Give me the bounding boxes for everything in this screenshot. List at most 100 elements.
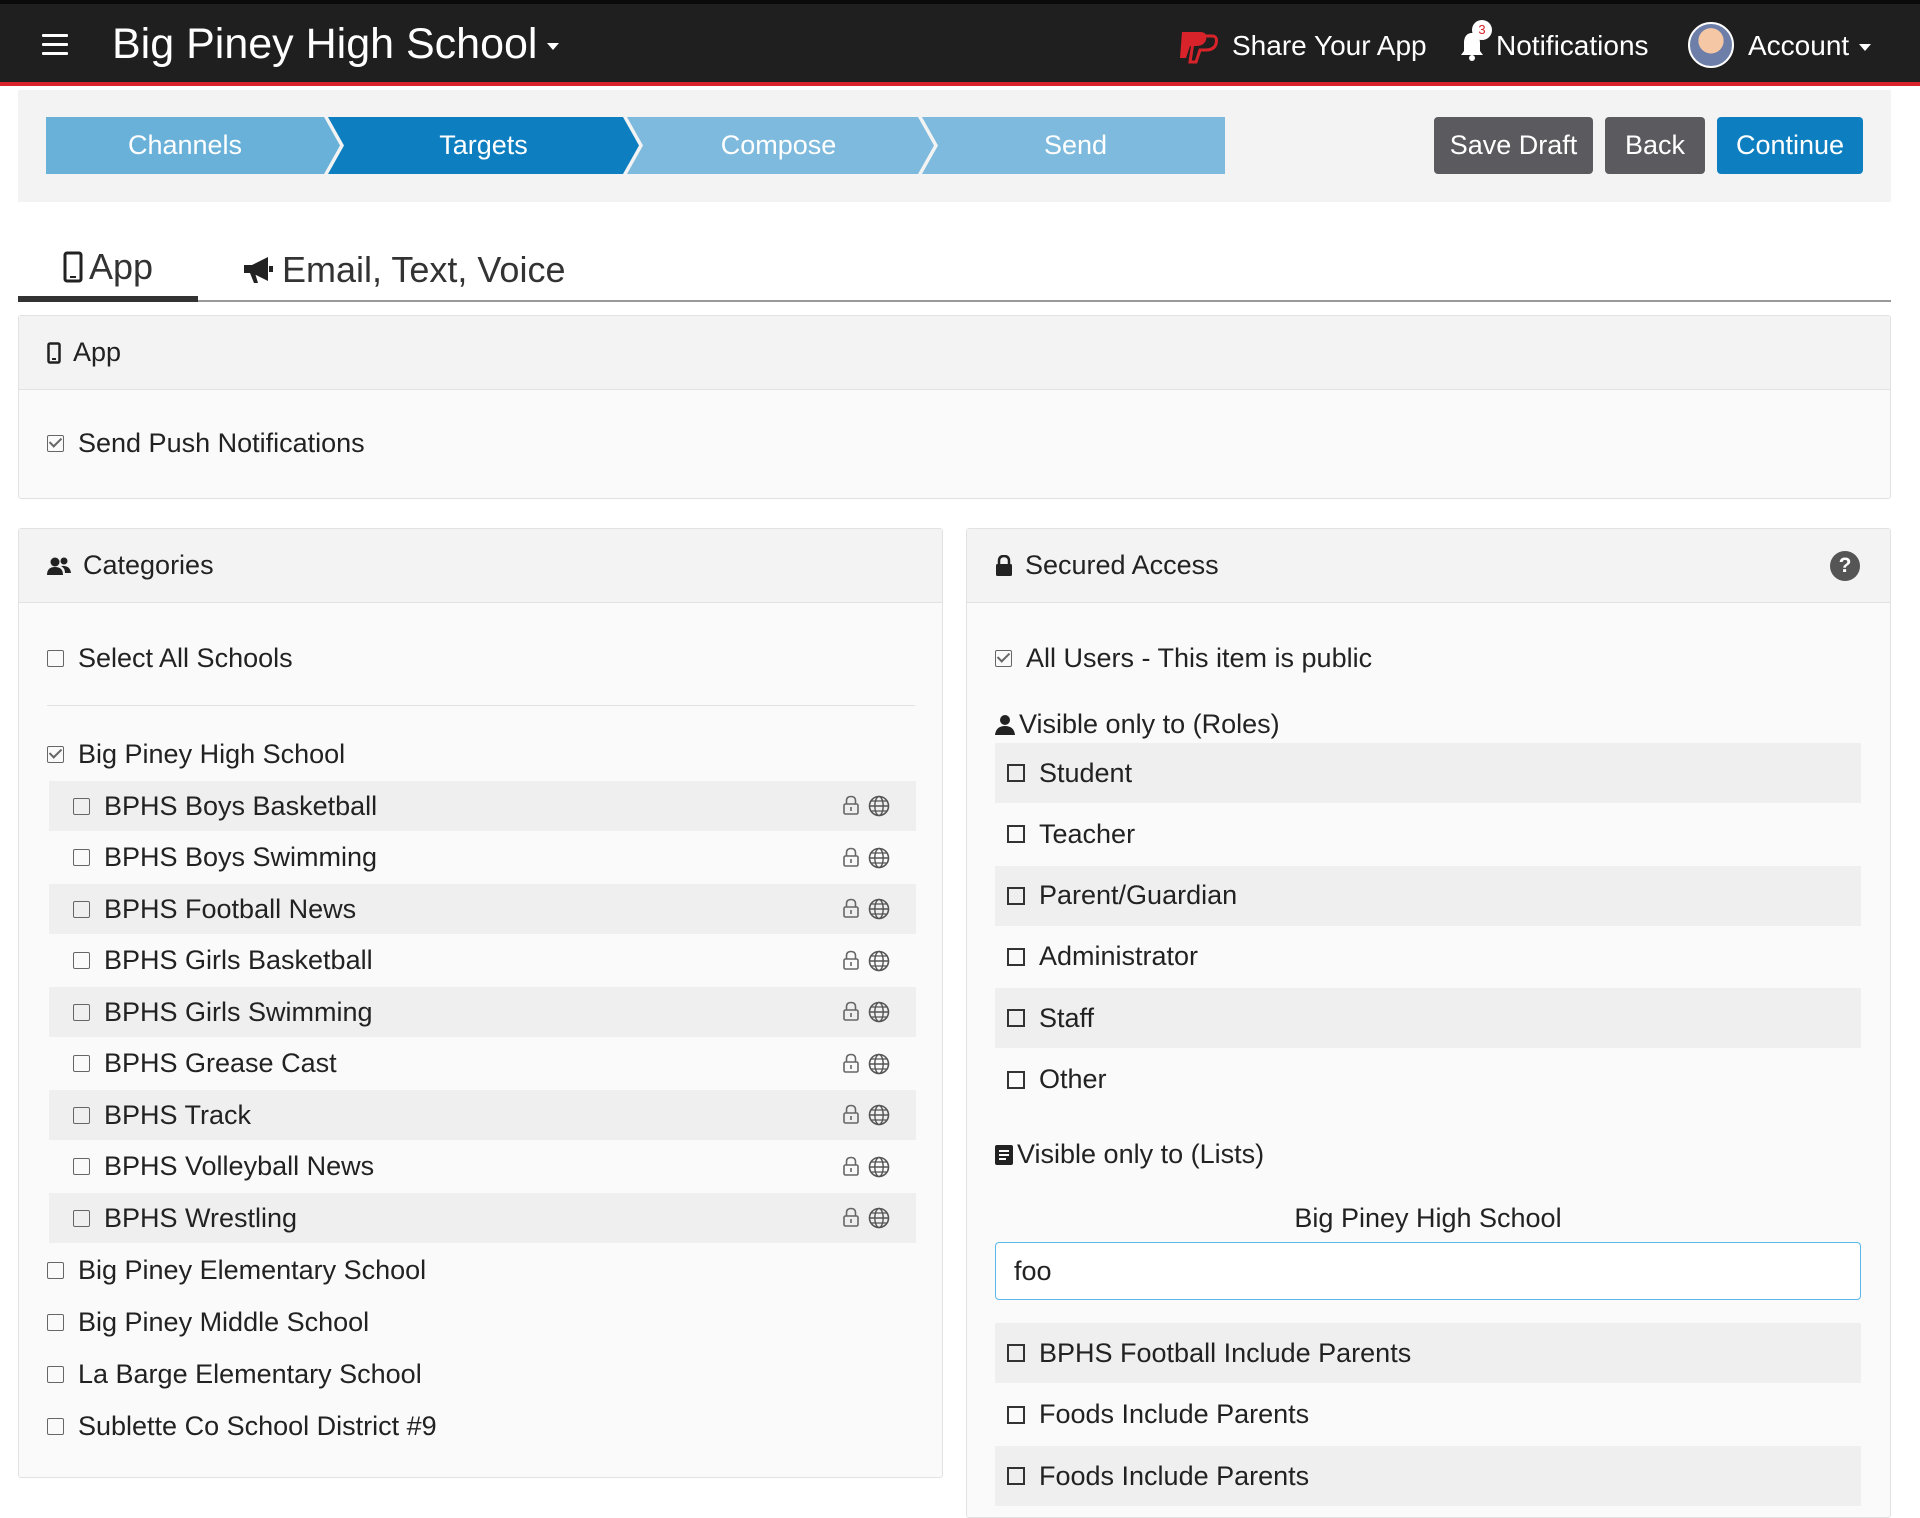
checkbox-icon xyxy=(73,1055,90,1072)
category-item[interactable]: BPHS Grease Cast xyxy=(49,1039,916,1089)
account-label: Account xyxy=(1748,30,1850,61)
user-icon xyxy=(995,714,1015,735)
checkbox-icon xyxy=(1007,1344,1025,1362)
app-panel: App Send Push Notifications xyxy=(18,315,1891,499)
checkbox-icon xyxy=(47,1262,64,1279)
category-item-icons xyxy=(842,1207,890,1229)
checkbox-icon xyxy=(47,1314,64,1331)
app-logo-icon xyxy=(1180,32,1218,64)
send-push-checkbox[interactable]: Send Push Notifications xyxy=(47,428,365,459)
role-option[interactable]: Parent/Guardian xyxy=(995,865,1861,926)
category-item-label: BPHS Boys Basketball xyxy=(104,790,378,821)
select-all-schools-checkbox[interactable]: Select All Schools xyxy=(47,643,293,674)
app-panel-title: App xyxy=(73,337,122,367)
checkbox-icon xyxy=(73,1209,90,1227)
checkbox-icon xyxy=(73,1003,90,1021)
notifications-link[interactable]: 3 Notifications xyxy=(1458,20,1649,66)
school-label: Sublette Co School District #9 xyxy=(78,1411,437,1441)
all-users-checkbox[interactable]: All Users - This item is public xyxy=(995,643,1372,674)
continue-button[interactable]: Continue xyxy=(1717,117,1863,174)
category-item[interactable]: BPHS Wrestling xyxy=(49,1193,916,1243)
step-channels[interactable]: Channels xyxy=(46,117,324,174)
lists-heading: Visible only to (Lists) xyxy=(995,1139,1264,1170)
send-push-label: Send Push Notifications xyxy=(78,428,365,458)
checkbox-icon xyxy=(47,1418,64,1435)
category-item-label: BPHS Boys Swimming xyxy=(104,842,378,872)
tab-email-text-voice[interactable]: Email, Text, Voice xyxy=(242,238,565,302)
categories-header: Categories xyxy=(19,529,942,603)
school-checkbox[interactable]: Big Piney Middle School xyxy=(47,1307,369,1338)
role-option[interactable]: Other xyxy=(995,1050,1861,1110)
category-item-icons xyxy=(842,1104,890,1126)
lists-heading-label: Visible only to (Lists) xyxy=(1017,1139,1265,1169)
globe-icon xyxy=(868,950,890,971)
category-item[interactable]: BPHS Girls Swimming xyxy=(49,987,916,1037)
avatar xyxy=(1688,22,1734,68)
category-item[interactable]: BPHS Volleyball News xyxy=(49,1142,916,1192)
category-item-icons xyxy=(842,950,890,972)
tab-app[interactable]: App xyxy=(18,238,198,302)
list-label: Foods Include Parents xyxy=(1039,1460,1310,1491)
users-icon xyxy=(47,557,71,575)
category-item-icons xyxy=(842,795,890,817)
category-item[interactable]: BPHS Girls Basketball xyxy=(49,936,916,986)
role-option[interactable]: Teacher xyxy=(995,804,1861,864)
list-option[interactable]: BPHS Football Include Parents xyxy=(995,1323,1861,1383)
checkbox-icon xyxy=(1007,886,1025,905)
notifications-label: Notifications xyxy=(1496,30,1649,61)
checkbox-checked-icon xyxy=(47,435,64,452)
category-item[interactable]: BPHS Boys Swimming xyxy=(49,833,916,883)
select-all-schools-label: Select All Schools xyxy=(78,643,293,673)
checkbox-icon xyxy=(1007,947,1025,966)
list-option[interactable]: Foods Include Parents xyxy=(995,1385,1861,1445)
app-panel-header: App xyxy=(19,316,1890,390)
school-checkbox[interactable]: Big Piney Elementary School xyxy=(47,1255,426,1286)
checkbox-icon xyxy=(1007,1070,1025,1089)
step-send[interactable]: Send xyxy=(926,117,1225,174)
lock-outline-icon xyxy=(843,847,859,867)
step-targets[interactable]: Targets xyxy=(336,117,631,174)
school-checkbox[interactable]: Big Piney High School xyxy=(47,739,345,770)
role-label: Administrator xyxy=(1039,941,1199,972)
role-option[interactable]: Staff xyxy=(995,988,1861,1049)
list-search-input[interactable] xyxy=(995,1242,1861,1300)
school-checkbox[interactable]: La Barge Elementary School xyxy=(47,1359,422,1390)
category-item-icons xyxy=(842,898,890,920)
checkbox-icon xyxy=(1007,764,1025,782)
category-item[interactable]: BPHS Football News xyxy=(49,884,916,934)
category-item[interactable]: BPHS Track xyxy=(49,1090,916,1140)
globe-icon xyxy=(868,1053,890,1074)
tab-email-text-voice-label: Email, Text, Voice xyxy=(282,249,566,290)
menu-icon[interactable] xyxy=(42,34,68,56)
account-menu[interactable]: Account xyxy=(1688,22,1872,70)
roles-heading-label: Visible only to (Roles) xyxy=(1019,709,1280,739)
top-navbar: Big Piney High School Share Your App 3 N… xyxy=(0,0,1920,86)
list-icon xyxy=(995,1144,1013,1165)
checkbox-icon xyxy=(73,797,90,815)
save-draft-button[interactable]: Save Draft xyxy=(1434,117,1593,174)
list-option[interactable]: Foods Include Parents xyxy=(995,1446,1861,1506)
category-item[interactable]: BPHS Boys Basketball xyxy=(49,781,916,831)
school-title: Big Piney High School xyxy=(112,20,538,68)
category-item-label: BPHS Grease Cast xyxy=(104,1048,337,1078)
category-item-icons xyxy=(842,1053,890,1075)
caret-down-icon xyxy=(547,43,560,51)
school-checkbox[interactable]: Sublette Co School District #9 xyxy=(47,1411,437,1442)
back-button[interactable]: Back xyxy=(1605,117,1705,174)
school-selector[interactable]: Big Piney High School xyxy=(112,18,560,70)
school-label: Big Piney High School xyxy=(78,739,346,769)
step-compose[interactable]: Compose xyxy=(631,117,926,174)
role-option[interactable]: Student xyxy=(995,743,1861,803)
globe-icon xyxy=(868,795,890,817)
list-label: BPHS Football Include Parents xyxy=(1039,1337,1412,1368)
category-item-icons xyxy=(842,1156,890,1178)
role-option[interactable]: Administrator xyxy=(995,927,1861,987)
share-app-link[interactable]: Share Your App xyxy=(1180,26,1427,66)
school-label: La Barge Elementary School xyxy=(78,1359,422,1389)
help-icon[interactable]: ? xyxy=(1830,551,1860,581)
mobile-icon xyxy=(47,341,61,364)
globe-icon xyxy=(868,1207,890,1229)
lock-icon xyxy=(996,554,1012,576)
list-school-label: Big Piney High School xyxy=(1294,1203,1562,1233)
checkbox-icon xyxy=(73,900,90,918)
